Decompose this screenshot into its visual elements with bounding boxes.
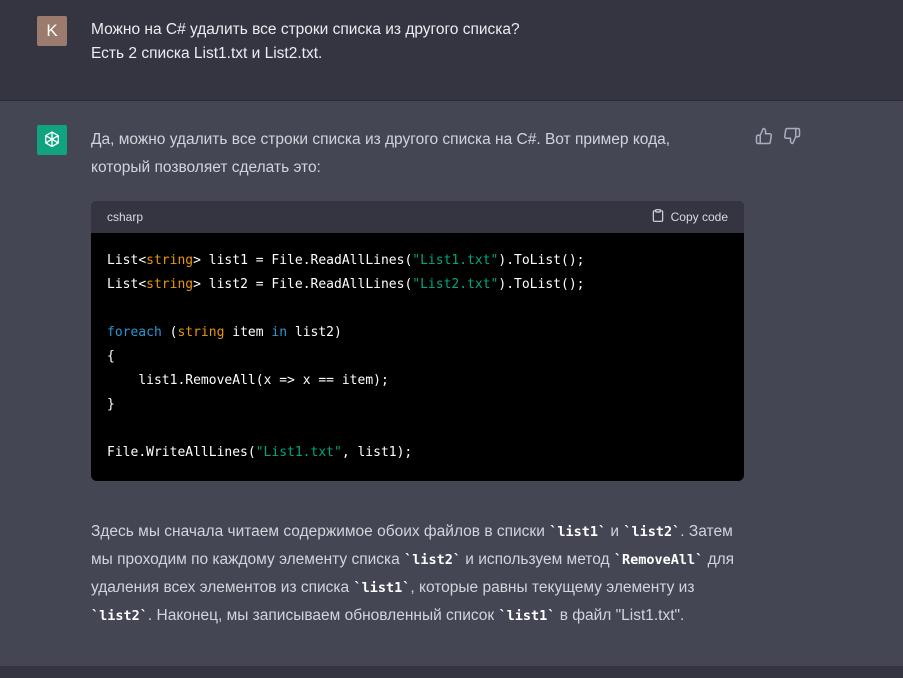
clipboard-icon: [651, 208, 665, 226]
user-message-text: Можно на C# удалить все строки списка из…: [91, 18, 520, 66]
code-line: foreach (string item in list2): [107, 325, 342, 340]
code-content: List<string> list1 = File.ReadAllLines("…: [91, 233, 744, 465]
text: и используем метод: [460, 551, 614, 568]
user-message-row: K Можно на C# удалить все строки списка …: [0, 0, 903, 101]
inline-code: `list2`: [91, 608, 148, 624]
code-line: list1.RemoveAll(x => x == item);: [138, 373, 389, 388]
code-header: csharp Copy code: [91, 201, 744, 233]
intro-line: который позволяет сделать это:: [91, 159, 321, 176]
thumbs-up-icon[interactable]: [755, 127, 773, 145]
text: в файл "List1.txt".: [555, 607, 685, 624]
text: . Наконец, мы записываем обновленный спи…: [147, 607, 499, 624]
code-block: csharp Copy code List<string> list1 = Fi…: [91, 201, 744, 481]
explanation-line: Здесь мы сначала читаем содержимое обоих…: [91, 518, 751, 546]
inline-code: `list2`: [623, 524, 681, 540]
inline-code: `list2`: [404, 552, 461, 568]
inline-code: `list1`: [498, 608, 556, 624]
inline-code: `RemoveAll`: [613, 552, 704, 568]
code-line: List<string> list1 = File.ReadAllLines("…: [107, 253, 585, 268]
feedback-buttons: [755, 127, 801, 145]
openai-logo-icon: [37, 125, 67, 155]
explanation-line: мы проходим по каждому элементу списка `…: [91, 546, 751, 574]
text: . Затем: [680, 523, 733, 540]
copy-code-button[interactable]: Copy code: [651, 208, 728, 226]
text: для: [703, 551, 735, 568]
code-line: File.WriteAllLines("List1.txt", list1);: [107, 445, 413, 460]
copy-code-label: Copy code: [670, 210, 728, 224]
text: и: [606, 523, 624, 540]
assistant-intro: Да, можно удалить все строки списка из д…: [91, 126, 751, 182]
code-line: }: [107, 397, 115, 412]
explanation-line: `list2`. Наконец, мы записываем обновлен…: [91, 602, 751, 630]
explanation-line: удаления всех элементов из списка `list1…: [91, 574, 751, 602]
user-message-line: Есть 2 списка List1.txt и List2.txt.: [91, 45, 323, 62]
intro-line: Да, можно удалить все строки списка из д…: [91, 131, 671, 148]
assistant-message-row: Да, можно удалить все строки списка из д…: [0, 101, 903, 666]
text: , которые равны текущему элементу из: [410, 579, 695, 596]
assistant-explanation: Здесь мы сначала читаем содержимое обоих…: [91, 518, 751, 630]
code-line: {: [107, 349, 115, 364]
input-area-top: [0, 666, 903, 678]
code-line: List<string> list2 = File.ReadAllLines("…: [107, 277, 585, 292]
inline-code: `list1`: [549, 524, 607, 540]
text: удаления всех элементов из списка: [91, 579, 354, 596]
user-avatar: K: [37, 16, 67, 46]
code-language-label: csharp: [107, 210, 144, 224]
text: Здесь мы сначала читаем содержимое обоих…: [91, 523, 550, 540]
text: мы проходим по каждому элементу списка: [91, 551, 405, 568]
inline-code: `list1`: [353, 580, 411, 596]
user-message-line: Можно на C# удалить все строки списка из…: [91, 21, 520, 38]
thumbs-down-icon[interactable]: [783, 127, 801, 145]
